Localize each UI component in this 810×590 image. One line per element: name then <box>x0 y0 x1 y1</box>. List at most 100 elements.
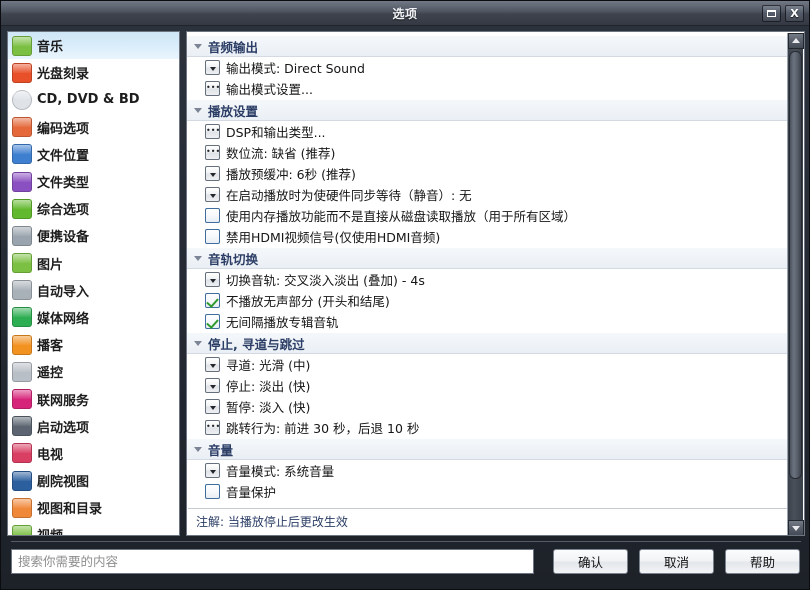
ok-button[interactable]: 确认 <box>553 549 628 574</box>
sidebar-item-label: 播客 <box>37 339 64 355</box>
option-row[interactable]: 不播放无声部分 (开头和结尾) <box>187 290 787 311</box>
checkbox-unchecked-icon[interactable] <box>205 484 220 499</box>
sidebar-item-label: CD, DVD & BD <box>37 92 140 108</box>
ellipsis-button-icon[interactable] <box>205 121 220 140</box>
sidebar-item-label: 联网服务 <box>37 393 90 409</box>
option-label: 输出模式: Direct Sound <box>226 61 365 76</box>
sidebar-item-6[interactable]: 综合选项 <box>8 195 179 222</box>
checkbox-unchecked-icon[interactable] <box>205 229 220 244</box>
sidebar-item-16[interactable]: 剧院视图 <box>8 467 179 494</box>
option-row[interactable]: 寻道: 光滑 (中) <box>187 354 787 375</box>
sidebar-item-7[interactable]: 便携设备 <box>8 222 179 249</box>
option-group-header[interactable]: 音频输出 <box>187 35 787 57</box>
file-types-icon <box>12 171 32 192</box>
chevron-down-icon <box>194 446 202 452</box>
restore-button[interactable] <box>762 5 781 22</box>
dropdown-icon[interactable] <box>205 60 220 75</box>
option-label: 无间隔播放专辑音轨 <box>226 315 339 330</box>
chevron-down-icon <box>194 107 202 113</box>
option-label: 跳转行为: 前进 30 秒，后退 10 秒 <box>226 421 420 436</box>
scroll-down-arrow[interactable] <box>788 520 804 535</box>
checkbox-checked-icon[interactable] <box>205 314 220 329</box>
option-group-title: 音量 <box>208 442 234 458</box>
sidebar-item-12[interactable]: 遥控 <box>8 358 179 385</box>
option-row[interactable]: 禁用HDMI视频信号(仅使用HDMI音频) <box>187 226 787 247</box>
option-label: 暂停: 淡入 (快) <box>226 400 311 415</box>
dropdown-icon[interactable] <box>205 187 220 202</box>
option-label: 切换音轨: 交叉淡入淡出 (叠加) - 4s <box>226 273 425 288</box>
note-text: 注解: 当播放停止后更改生效 <box>196 515 348 529</box>
option-row[interactable]: 音量模式: 系统音量 <box>187 460 787 481</box>
close-button[interactable]: X <box>785 5 804 22</box>
dropdown-icon[interactable] <box>205 378 220 393</box>
option-row[interactable]: DSP和输出类型... <box>187 121 787 142</box>
option-row[interactable]: 暂停: 淡入 (快) <box>187 396 787 417</box>
sidebar-item-label: 自动导入 <box>37 284 90 300</box>
sidebar-item-1[interactable]: 光盘刻录 <box>8 59 179 86</box>
option-label: DSP和输出类型... <box>226 125 326 140</box>
sidebar-item-18[interactable]: 视频 <box>8 521 179 535</box>
option-row[interactable]: 切换音轨: 交叉淡入淡出 (叠加) - 4s <box>187 269 787 290</box>
dropdown-icon[interactable] <box>205 399 220 414</box>
portable-device-icon <box>12 225 32 246</box>
ellipsis-button-icon[interactable] <box>205 142 220 161</box>
sidebar-item-9[interactable]: 自动导入 <box>8 277 179 304</box>
scrollbar-thumb[interactable] <box>789 51 802 479</box>
sidebar-item-14[interactable]: 启动选项 <box>8 413 179 440</box>
option-label: 使用内存播放功能而不是直接从磁盘读取播放（用于所有区域） <box>226 209 577 224</box>
scroll-up-arrow[interactable] <box>788 33 804 49</box>
sidebar-item-0[interactable]: 音乐 <box>8 32 179 60</box>
option-row[interactable]: 跳转行为: 前进 30 秒，后退 10 秒 <box>187 417 787 438</box>
option-group-header[interactable]: 停止, 寻道与跳过 <box>187 332 787 354</box>
checkbox-unchecked-icon[interactable] <box>205 208 220 223</box>
sidebar-item-17[interactable]: 视图和目录 <box>8 494 179 521</box>
ellipsis-button-icon[interactable] <box>205 417 220 436</box>
dropdown-icon[interactable] <box>205 166 220 181</box>
option-group-header[interactable]: 音量 <box>187 438 787 460</box>
search-input[interactable] <box>11 549 534 574</box>
sidebar-item-label: 综合选项 <box>37 203 90 219</box>
sidebar-item-5[interactable]: 文件类型 <box>8 168 179 195</box>
sidebar-item-13[interactable]: 联网服务 <box>8 385 179 412</box>
option-label: 不播放无声部分 (开头和结尾) <box>226 294 390 309</box>
option-row[interactable]: 停止: 淡出 (快) <box>187 375 787 396</box>
sidebar-item-label: 便携设备 <box>37 230 90 246</box>
bottom-separator <box>11 541 801 542</box>
option-row[interactable]: 输出模式: Direct Sound <box>187 57 787 78</box>
sidebar-item-10[interactable]: 媒体网络 <box>8 304 179 331</box>
option-row[interactable]: 输出模式设置... <box>187 78 787 99</box>
option-group-title: 停止, 寻道与跳过 <box>208 336 305 352</box>
file-location-icon <box>12 144 32 165</box>
option-label: 音量模式: 系统音量 <box>226 464 335 479</box>
dropdown-icon[interactable] <box>205 272 220 287</box>
sidebar-item-8[interactable]: 图片 <box>8 250 179 277</box>
dropdown-icon[interactable] <box>205 463 220 478</box>
pictures-icon <box>12 253 32 274</box>
option-row[interactable]: 使用内存播放功能而不是直接从磁盘读取播放（用于所有区域） <box>187 205 787 226</box>
help-button[interactable]: 帮助 <box>725 549 800 574</box>
checkbox-checked-icon[interactable] <box>205 293 220 308</box>
option-label: 寻道: 光滑 (中) <box>226 358 311 373</box>
category-sidebar[interactable]: 音乐 光盘刻录 CD, DVD & BD 编码选项 文件位置 文件类型综合选项便携设备图片… <box>7 31 180 536</box>
title-bar[interactable]: 选项 X <box>1 1 809 26</box>
option-row[interactable]: 无间隔播放专辑音轨 <box>187 311 787 332</box>
option-row[interactable]: 数位流: 缺省 (推荐) <box>187 142 787 163</box>
option-row[interactable]: 音量保护 <box>187 481 787 502</box>
ellipsis-button-icon[interactable] <box>205 78 220 97</box>
sidebar-item-11[interactable]: 播客 <box>8 331 179 358</box>
sidebar-item-15[interactable]: 电视 <box>8 440 179 467</box>
sidebar-item-3[interactable]: 编码选项 <box>8 114 179 141</box>
sidebar-item-2[interactable]: CD, DVD & BD <box>8 86 179 113</box>
option-group-header[interactable]: 音轨切换 <box>187 247 787 269</box>
general-options-icon <box>12 198 32 219</box>
sidebar-item-4[interactable]: 文件位置 <box>8 141 179 168</box>
vertical-scrollbar[interactable] <box>787 33 804 535</box>
option-row[interactable]: 播放预缓冲: 6秒 (推荐) <box>187 163 787 184</box>
dropdown-icon[interactable] <box>205 357 220 372</box>
option-label: 播放预缓冲: 6秒 (推荐) <box>226 167 356 182</box>
cancel-button[interactable]: 取消 <box>639 549 714 574</box>
option-row[interactable]: 在启动播放时为使硬件同步等待（静音）: 无 <box>187 184 787 205</box>
option-group-header[interactable]: 播放设置 <box>187 99 787 121</box>
option-group-title: 播放设置 <box>208 103 259 119</box>
sidebar-item-label: 视频 <box>37 525 63 535</box>
